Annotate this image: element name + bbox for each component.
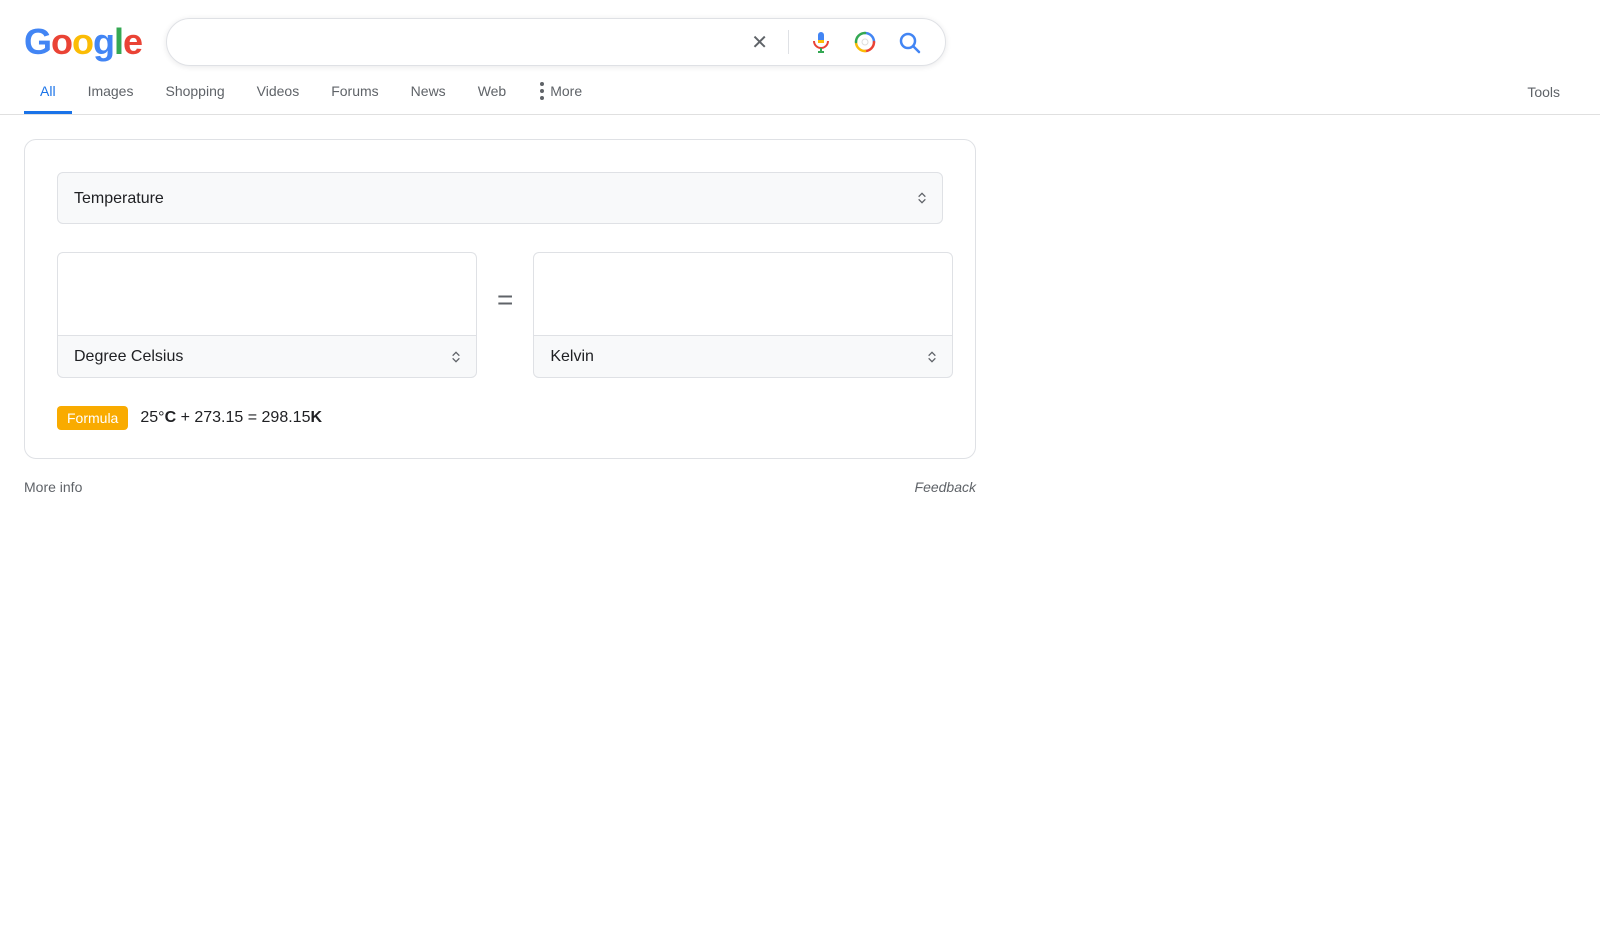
converter-card: Temperature 25 Degree Celsius = 298.15 K… <box>24 139 976 459</box>
microphone-icon <box>809 30 833 54</box>
search-bar: 25 deg c in kelvin ✕ <box>166 18 946 66</box>
tab-shopping[interactable]: Shopping <box>149 71 240 114</box>
search-tabs: All Images Shopping Videos Forums News W… <box>0 70 1600 115</box>
main-content: Temperature 25 Degree Celsius = 298.15 K… <box>0 115 1000 519</box>
from-value-input[interactable]: 25 <box>57 252 477 335</box>
tab-more[interactable]: More <box>522 70 598 115</box>
more-dots-icon <box>538 82 546 100</box>
logo-e: e <box>123 21 142 63</box>
tab-forums[interactable]: Forums <box>315 71 394 114</box>
logo-o2: o <box>72 21 93 63</box>
lens-icon <box>853 30 877 54</box>
google-logo[interactable]: Google <box>24 21 142 63</box>
formula-text: 25°C + 273.15 = 298.15K <box>140 409 322 427</box>
to-unit-select[interactable]: Kelvin <box>533 335 953 378</box>
converter-inputs: 25 Degree Celsius = 298.15 Kelvin <box>57 252 943 378</box>
formula-section: Formula 25°C + 273.15 = 298.15K <box>57 406 943 430</box>
tab-videos[interactable]: Videos <box>241 71 316 114</box>
logo-g: G <box>24 21 51 63</box>
tab-tools[interactable]: Tools <box>1511 72 1576 112</box>
tab-news[interactable]: News <box>395 71 462 114</box>
card-footer: More info Feedback <box>24 467 976 495</box>
logo-o1: o <box>51 21 72 63</box>
unit-type-select[interactable]: Temperature <box>57 172 943 224</box>
search-button[interactable] <box>893 26 925 58</box>
to-input-group: 298.15 Kelvin <box>533 252 953 378</box>
from-unit-select[interactable]: Degree Celsius <box>57 335 477 378</box>
search-divider <box>788 30 789 54</box>
more-info-link[interactable]: More info <box>24 479 82 495</box>
logo-g2: g <box>93 21 114 63</box>
clear-button[interactable]: ✕ <box>747 26 772 59</box>
lens-search-button[interactable] <box>849 26 881 58</box>
logo-l: l <box>114 21 123 63</box>
header: Google 25 deg c in kelvin ✕ <box>0 0 1600 66</box>
feedback-link[interactable]: Feedback <box>915 479 976 495</box>
clear-icon: ✕ <box>751 30 768 55</box>
formula-badge: Formula <box>57 406 128 430</box>
voice-search-button[interactable] <box>805 26 837 58</box>
from-input-group: 25 Degree Celsius <box>57 252 477 378</box>
tab-web[interactable]: Web <box>462 71 523 114</box>
search-icon <box>897 30 921 54</box>
tab-images[interactable]: Images <box>72 71 150 114</box>
to-value-input[interactable]: 298.15 <box>533 252 953 335</box>
equals-sign: = <box>497 284 513 316</box>
tab-all[interactable]: All <box>24 71 72 114</box>
search-input[interactable]: 25 deg c in kelvin <box>187 32 735 53</box>
